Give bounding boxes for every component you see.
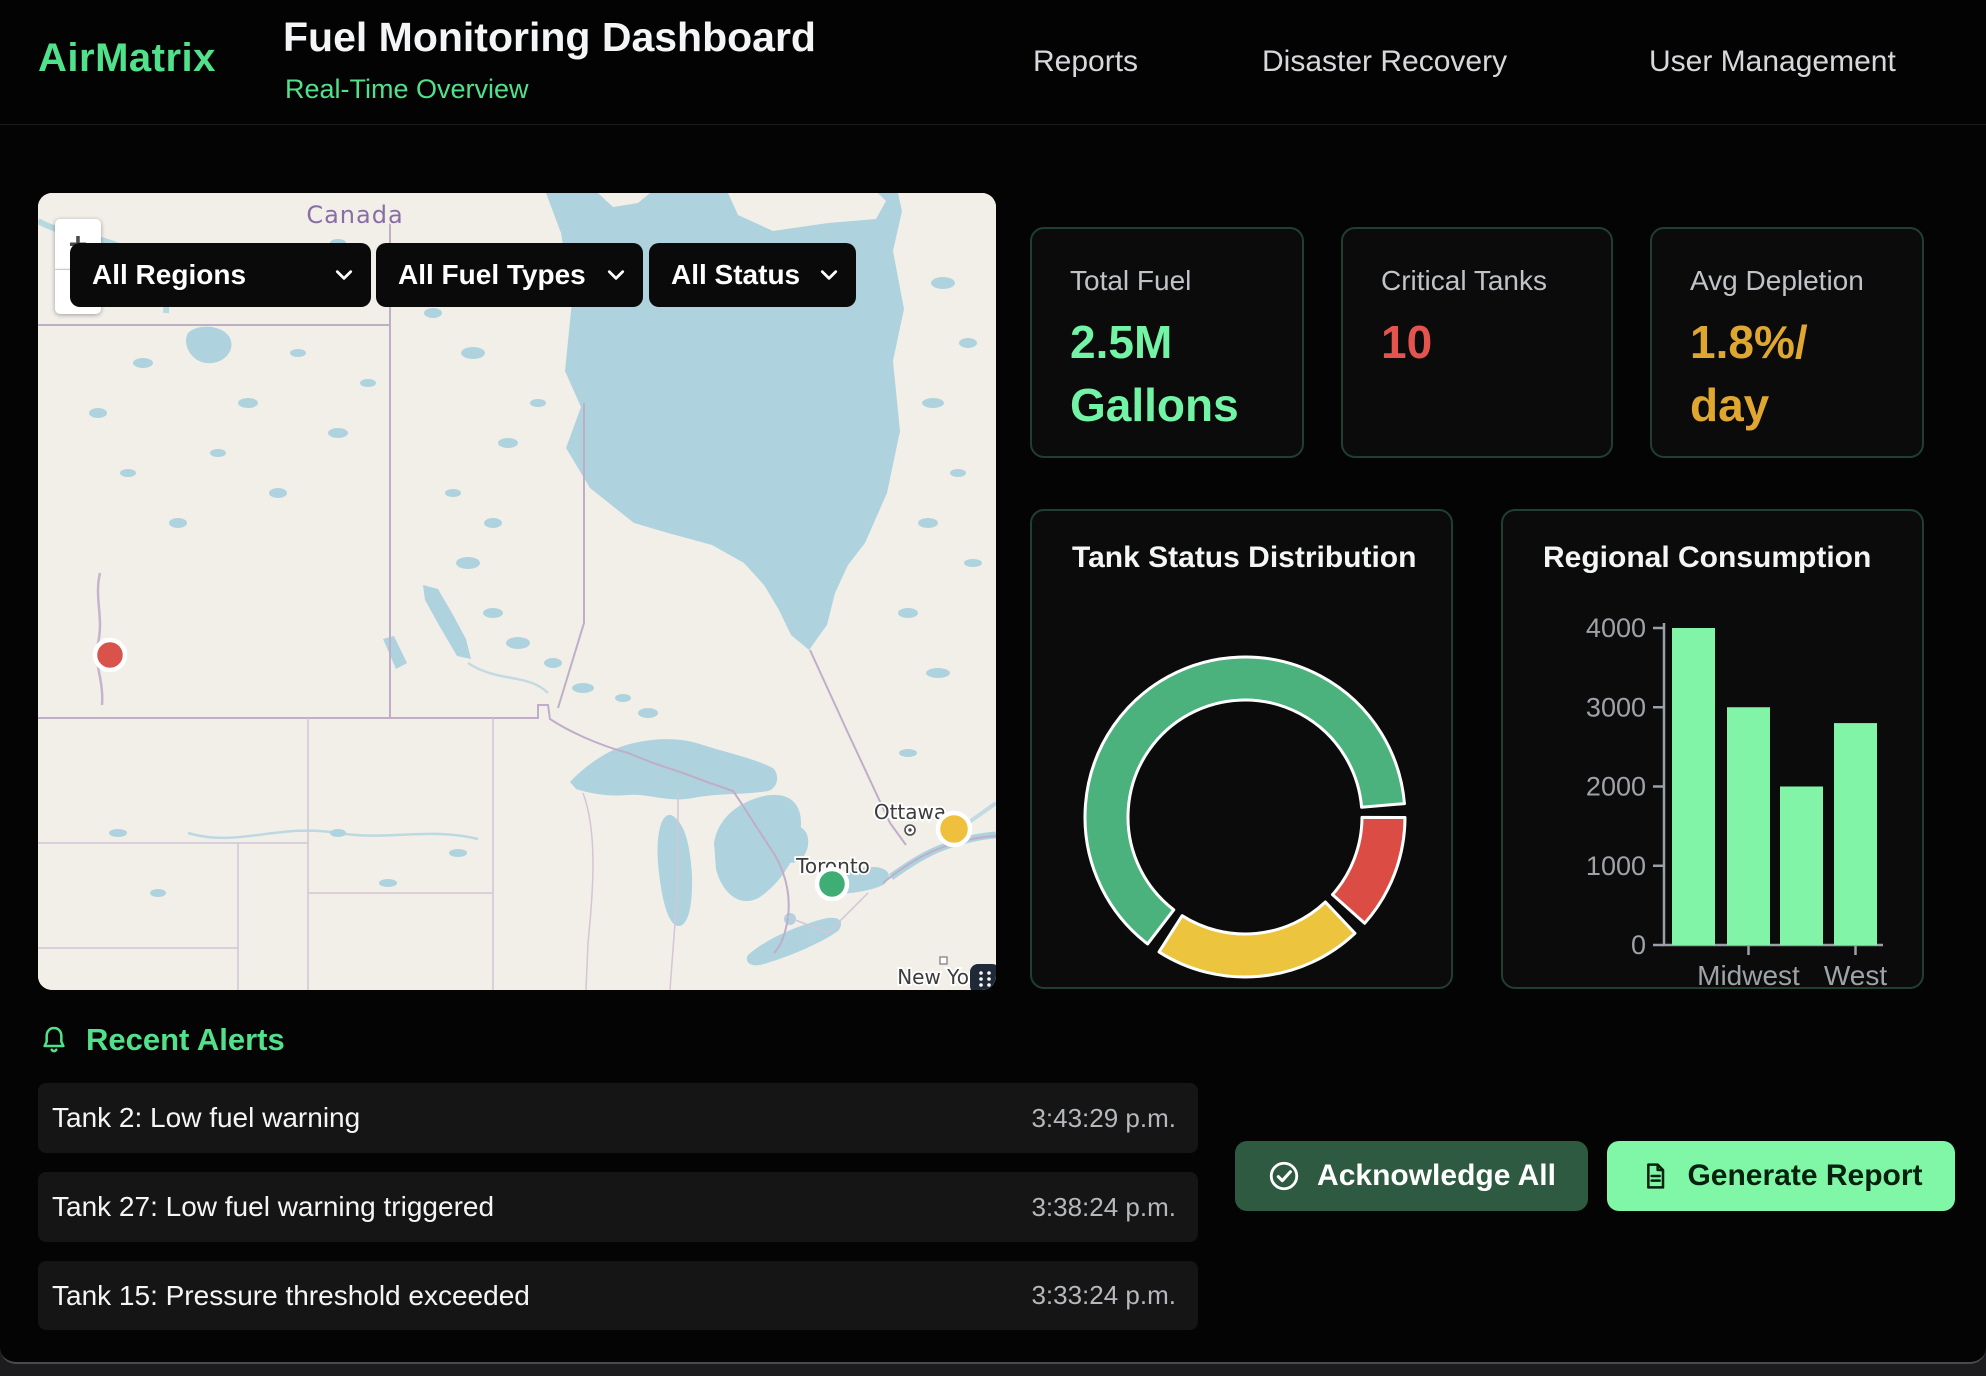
region-filter-value: All Regions [92,259,246,291]
tank-status-donut-chart [1032,511,1455,991]
stat-value: 10 [1381,311,1432,374]
donut-segment-yellow [1159,902,1355,977]
y-tick-label: 2000 [1586,772,1646,802]
map-canvas[interactable]: CanadaOttawaTorontoNew York + − All Regi… [38,193,996,990]
donut-segment-red [1332,817,1405,923]
bar-1 [1727,707,1770,945]
bell-icon [38,1023,70,1057]
tank-marker-warning[interactable] [938,813,970,845]
app-logo: AirMatrix [38,36,216,81]
nav-user-management[interactable]: User Management [1649,45,1896,79]
stat-label: Total Fuel [1070,265,1191,297]
map-resize-handle[interactable] [970,964,996,990]
map-label-ottawa: Ottawa [874,800,946,824]
alert-row: Tank 2: Low fuel warning 3:43:29 p.m. [38,1083,1198,1153]
status-filter-dropdown[interactable]: All Status [649,243,856,307]
status-filter-value: All Status [671,259,800,291]
alert-timestamp: 3:33:24 p.m. [1031,1280,1176,1311]
recent-alerts-header: Recent Alerts [38,1022,285,1058]
x-tick-label: West [1824,960,1887,991]
chevron-down-icon [820,269,838,281]
x-tick-label: Midwest [1697,960,1800,991]
y-tick-label: 1000 [1586,851,1646,881]
y-tick-label: 4000 [1586,613,1646,643]
alert-timestamp: 3:43:29 p.m. [1031,1103,1176,1134]
region-filter-dropdown[interactable]: All Regions [70,243,371,307]
stat-value: 2.5MGallons [1070,311,1239,437]
tank-marker-critical[interactable] [95,640,125,670]
stat-card-total-fuel: Total Fuel 2.5MGallons [1030,227,1304,458]
y-tick-label: 0 [1631,930,1646,960]
bar-0 [1672,628,1715,945]
stat-label: Critical Tanks [1381,265,1547,297]
grip-dots-icon [976,969,994,989]
alert-message: Tank 2: Low fuel warning [52,1102,360,1134]
chevron-down-icon [335,269,353,281]
generate-report-label: Generate Report [1687,1159,1922,1193]
alert-message: Tank 27: Low fuel warning triggered [52,1191,494,1223]
city-dot-ottawa [905,825,915,835]
stat-card-critical-tanks: Critical Tanks 10 [1341,227,1613,458]
regional-consumption-chart-card: Regional Consumption 01000200030004000Mi… [1501,509,1924,989]
city-dot-new-york [940,957,947,964]
alert-row: Tank 27: Low fuel warning triggered 3:38… [38,1172,1198,1242]
regional-consumption-bar-chart: 0 1000 2000 3000 4000 Midwest West [1503,511,1926,991]
alert-message: Tank 15: Pressure threshold exceeded [52,1280,530,1312]
stat-value: 1.8%/day [1690,311,1808,437]
alert-timestamp: 3:38:24 p.m. [1031,1192,1176,1223]
dashboard-window: AirMatrix Fuel Monitoring Dashboard Real… [0,0,1986,1364]
header: AirMatrix Fuel Monitoring Dashboard Real… [0,0,1986,125]
acknowledge-all-label: Acknowledge All [1317,1159,1556,1193]
stat-label: Avg Depletion [1690,265,1864,297]
alert-row: Tank 15: Pressure threshold exceeded 3:3… [38,1261,1198,1330]
bar-2 [1780,787,1823,946]
stat-card-avg-depletion: Avg Depletion 1.8%/day [1650,227,1924,458]
document-icon [1639,1160,1671,1192]
check-circle-icon [1267,1159,1301,1193]
nav-disaster-recovery[interactable]: Disaster Recovery [1262,45,1507,79]
nav-reports[interactable]: Reports [1033,45,1138,79]
page-subtitle: Real-Time Overview [285,74,529,105]
page-title: Fuel Monitoring Dashboard [283,14,816,61]
recent-alerts-title: Recent Alerts [86,1022,285,1058]
chevron-down-icon [607,269,625,281]
fuel-type-filter-dropdown[interactable]: All Fuel Types [376,243,643,307]
y-tick-label: 3000 [1586,692,1646,722]
generate-report-button[interactable]: Generate Report [1607,1141,1955,1211]
bar-3 [1834,723,1877,945]
map-label-canada: Canada [306,201,403,229]
acknowledge-all-button[interactable]: Acknowledge All [1235,1141,1588,1211]
map-geography: CanadaOttawaTorontoNew York [38,193,996,990]
tank-status-chart-card: Tank Status Distribution [1030,509,1453,989]
fuel-type-filter-value: All Fuel Types [398,259,586,291]
tank-marker-normal[interactable] [817,869,847,899]
